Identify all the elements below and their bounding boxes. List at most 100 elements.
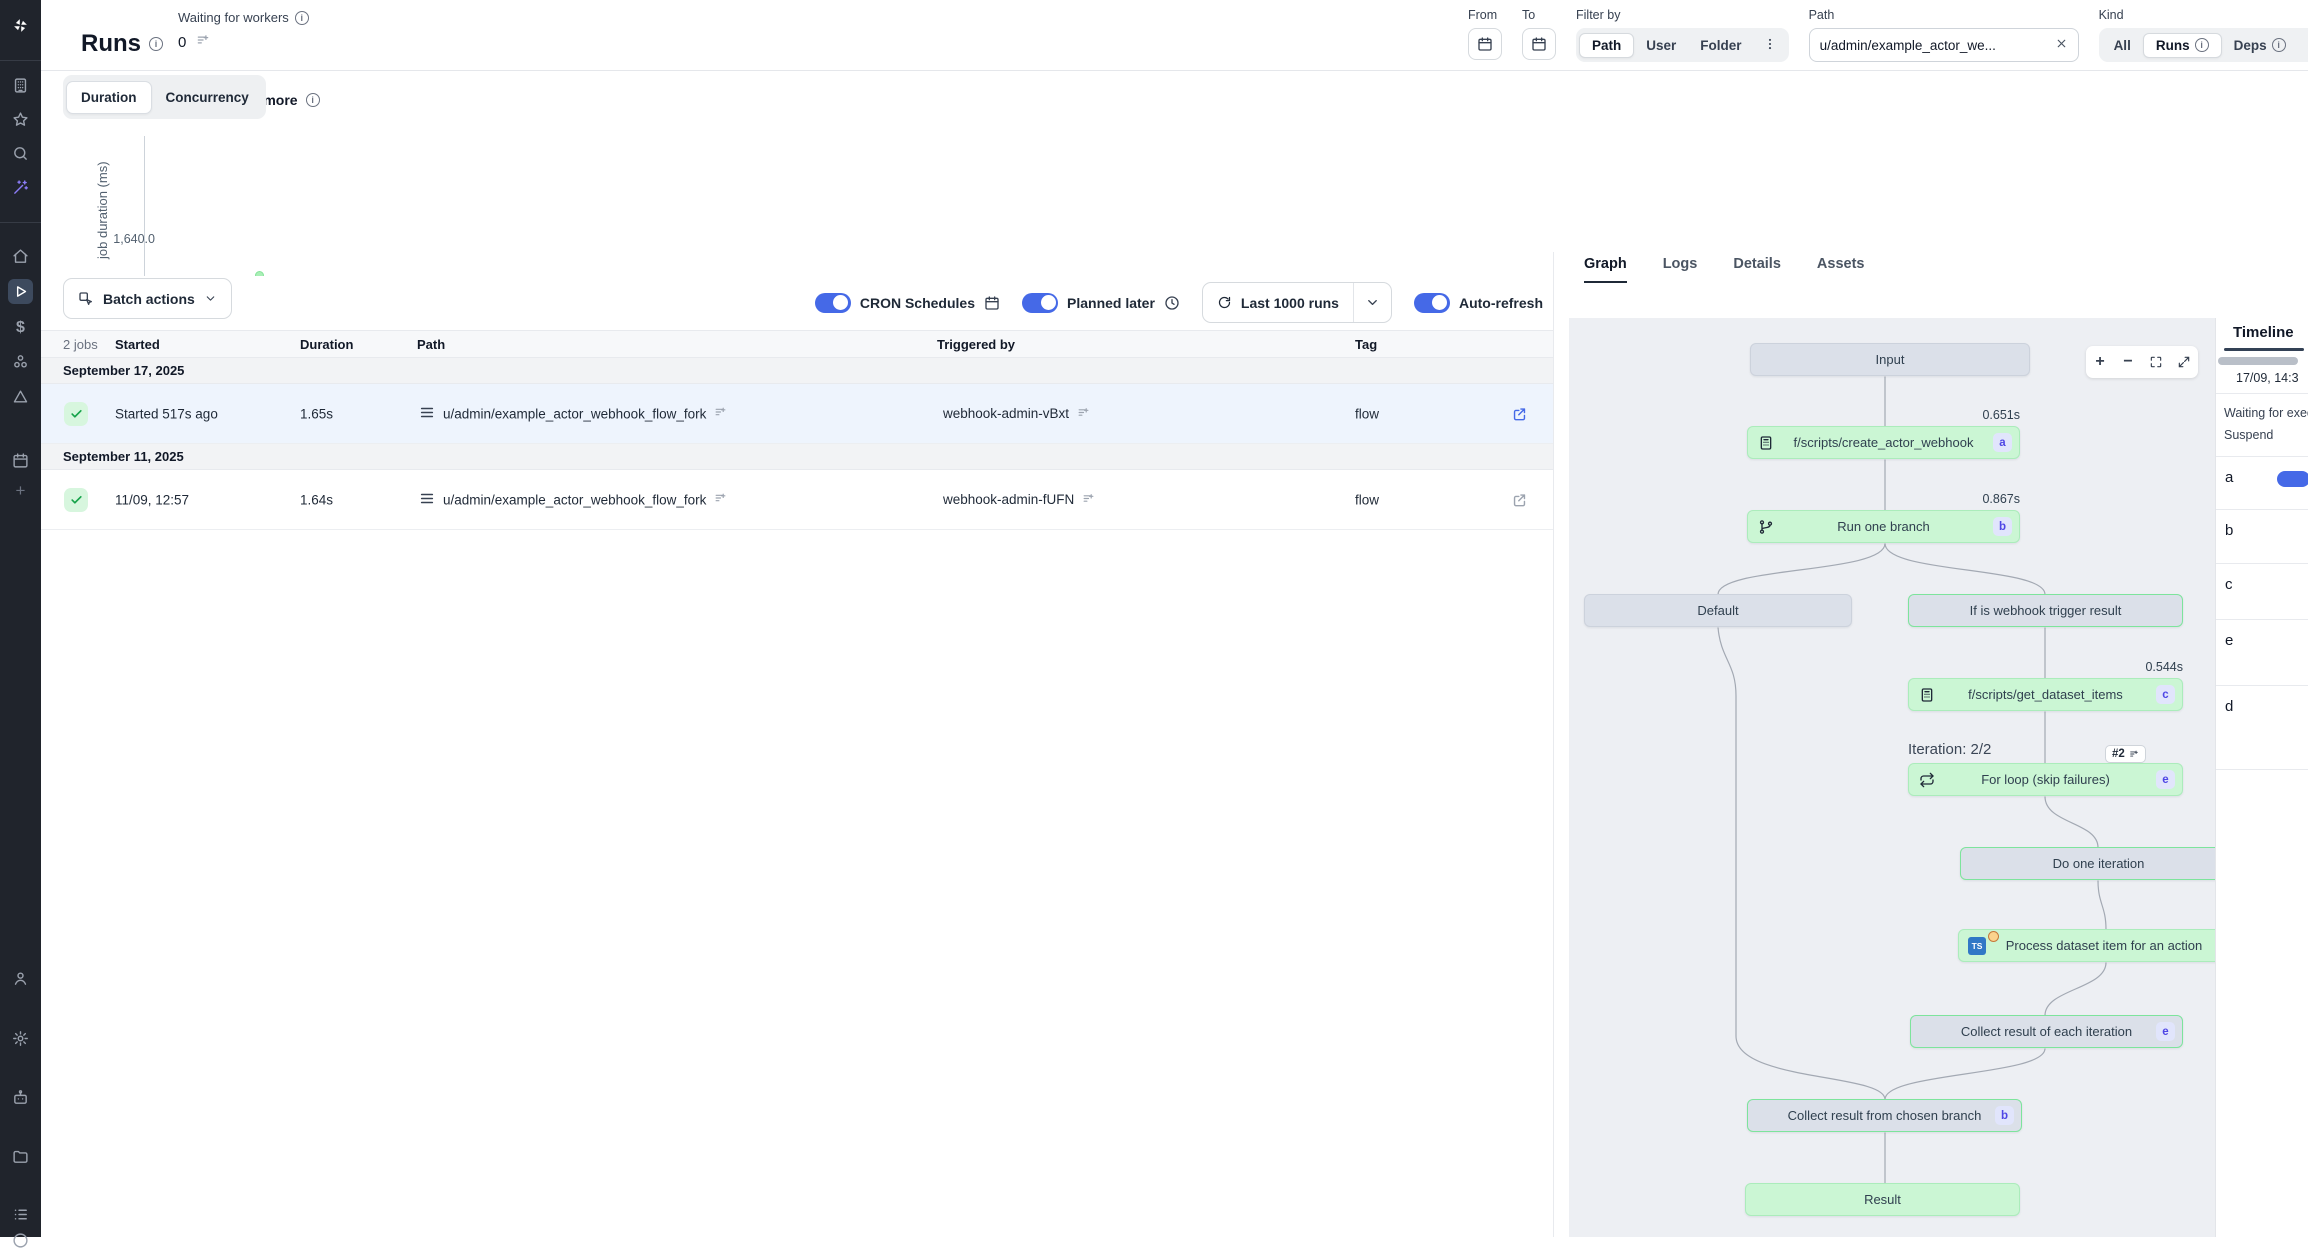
filter-icon[interactable] <box>1082 492 1095 508</box>
sidebar-item-user[interactable] <box>8 966 33 991</box>
iteration-badge[interactable]: #2 <box>2105 745 2146 763</box>
windmill-logo-icon[interactable] <box>8 13 33 38</box>
run-panel-tab-details[interactable]: Details <box>1733 256 1781 283</box>
sidebar-item-audit-logs[interactable] <box>8 1202 33 1227</box>
zoom-out-button[interactable]: − <box>2114 346 2142 378</box>
more-options-icon[interactable] <box>2298 37 2308 54</box>
flow-node[interactable]: f/scripts/get_dataset_itemsc <box>1908 678 2183 711</box>
actor-emoji-icon <box>1988 931 1999 942</box>
flow-node[interactable]: Collect result of each iteratione <box>1910 1015 2183 1048</box>
flow-node[interactable]: f/scripts/create_actor_webhooka <box>1747 426 2020 459</box>
to-filter: To <box>1522 8 1556 62</box>
col-triggered-by[interactable]: Triggered by <box>937 331 1015 359</box>
node-label: f/scripts/get_dataset_items <box>1968 687 2123 702</box>
sidebar-item-runs[interactable] <box>8 279 33 304</box>
clear-path-icon[interactable] <box>2055 37 2068 53</box>
timeline-row-label: e <box>2225 632 2233 649</box>
last-runs-dropdown[interactable] <box>1353 283 1391 322</box>
filter-by-folder[interactable]: Folder <box>1688 34 1753 57</box>
run-path[interactable]: u/admin/example_actor_webhook_flow_fork <box>419 404 727 423</box>
filter-icon[interactable] <box>714 492 727 508</box>
kind-all[interactable]: All <box>2102 34 2143 57</box>
flow-graph[interactable]: + − Iteration: 2/2 #2 Input0.651sf/scrip… <box>1569 318 2215 1237</box>
waiting-value: 0 <box>178 34 186 51</box>
sidebar-item-workspace[interactable] <box>8 73 33 98</box>
timeline-row-d[interactable]: d <box>2216 686 2308 770</box>
col-duration[interactable]: Duration <box>300 331 353 359</box>
timeline-row-b[interactable]: b <box>2216 510 2308 564</box>
node-label: Collect result of each iteration <box>1961 1024 2132 1039</box>
open-run-icon[interactable] <box>1511 405 1528 422</box>
search-icon[interactable] <box>8 141 33 166</box>
more-options-icon[interactable] <box>1754 37 1786 54</box>
page-title: Runs <box>81 30 163 58</box>
sidebar-item-favorites[interactable] <box>8 107 33 132</box>
list-toolbar-right: CRON Schedules Planned later Last 1000 r… <box>815 282 1543 323</box>
col-tag[interactable]: Tag <box>1355 331 1377 359</box>
sidebar-item-settings[interactable] <box>8 1026 33 1051</box>
run-row[interactable]: Started 517s ago1.65su/admin/example_act… <box>41 384 1553 444</box>
timeline-scrollbar[interactable] <box>2218 357 2298 365</box>
sidebar-item-workers[interactable] <box>8 1085 33 1110</box>
zoom-in-button[interactable]: + <box>2086 346 2114 378</box>
run-row[interactable]: 11/09, 12:571.64su/admin/example_actor_w… <box>41 470 1553 530</box>
flow-node[interactable]: Input <box>1750 343 2030 376</box>
flow-node[interactable]: Result <box>1745 1183 2020 1216</box>
tab-duration[interactable]: Duration <box>66 81 152 114</box>
sidebar-item-triggers[interactable] <box>8 384 33 409</box>
auto-refresh-toggle[interactable] <box>1414 293 1450 313</box>
table-header: 2 jobs Started Duration Path Triggered b… <box>41 330 1553 358</box>
run-triggered-by: webhook-admin-fUFN <box>943 492 1095 508</box>
sidebar-item-variables[interactable]: $ <box>8 315 33 340</box>
planned-later-toggle[interactable] <box>1022 293 1058 313</box>
filter-icon[interactable] <box>714 406 727 422</box>
col-started[interactable]: Started <box>115 331 160 359</box>
to-date-button[interactable] <box>1522 28 1556 60</box>
cron-schedules-toggle[interactable] <box>815 293 851 313</box>
filter-by-path[interactable]: Path <box>1579 33 1634 58</box>
sidebar-item-folders[interactable] <box>8 1144 33 1169</box>
flow-node[interactable]: Do one iteration <box>1960 847 2215 880</box>
node-label: Collect result from chosen branch <box>1788 1108 1982 1123</box>
path-filter-input[interactable] <box>1820 38 2047 53</box>
col-path[interactable]: Path <box>417 331 445 359</box>
info-icon[interactable] <box>149 37 163 51</box>
run-panel-tab-graph[interactable]: Graph <box>1584 256 1627 283</box>
timeline-row-a[interactable]: a <box>2216 457 2308 510</box>
sidebar-item-schedules[interactable] <box>8 448 33 473</box>
fit-view-button[interactable] <box>2142 346 2170 378</box>
timeline-row-e[interactable]: e <box>2216 620 2308 686</box>
filter-by-user[interactable]: User <box>1634 34 1688 57</box>
run-panel-tab-logs[interactable]: Logs <box>1663 256 1698 283</box>
flow-node[interactable]: Default <box>1584 594 1852 627</box>
sidebar-item-home[interactable] <box>8 244 33 269</box>
kind-runs[interactable]: Runs <box>2143 33 2222 58</box>
flow-node[interactable]: For loop (skip failures)e <box>1908 763 2183 796</box>
flow-node[interactable]: Run one branchb <box>1747 510 2020 543</box>
filter-icon[interactable] <box>1077 406 1090 422</box>
last-runs-button[interactable]: Last 1000 runs <box>1203 283 1353 322</box>
flow-node[interactable]: Collect result from chosen branchb <box>1747 1099 2022 1132</box>
open-run-icon[interactable] <box>1511 491 1528 508</box>
ai-wand-icon[interactable] <box>8 175 33 200</box>
kind-segmented: All Runs Deps <box>2099 28 2308 62</box>
info-icon[interactable] <box>295 11 309 25</box>
from-date-button[interactable] <box>1468 28 1502 60</box>
batch-actions-button[interactable]: Batch actions <box>63 278 232 319</box>
filter-icon[interactable] <box>196 33 210 51</box>
tab-concurrency[interactable]: Concurrency <box>152 82 263 113</box>
timeline-title[interactable]: Timeline <box>2233 324 2294 341</box>
timeline-row-c[interactable]: c <box>2216 564 2308 620</box>
sidebar-item-help[interactable] <box>8 1228 33 1253</box>
success-status-icon <box>64 402 88 426</box>
timeline-run-bar[interactable] <box>2277 471 2308 487</box>
expand-button[interactable] <box>2170 346 2198 378</box>
kind-deps[interactable]: Deps <box>2222 34 2298 57</box>
run-panel-tab-assets[interactable]: Assets <box>1817 256 1865 283</box>
flow-node[interactable]: If is webhook trigger result <box>1908 594 2183 627</box>
sidebar-item-create[interactable]: + <box>8 478 33 503</box>
flow-node[interactable]: TSProcess dataset item for an action <box>1958 929 2215 962</box>
info-icon <box>2195 38 2209 52</box>
run-path[interactable]: u/admin/example_actor_webhook_flow_fork <box>419 490 727 509</box>
sidebar-item-resources[interactable] <box>8 349 33 374</box>
